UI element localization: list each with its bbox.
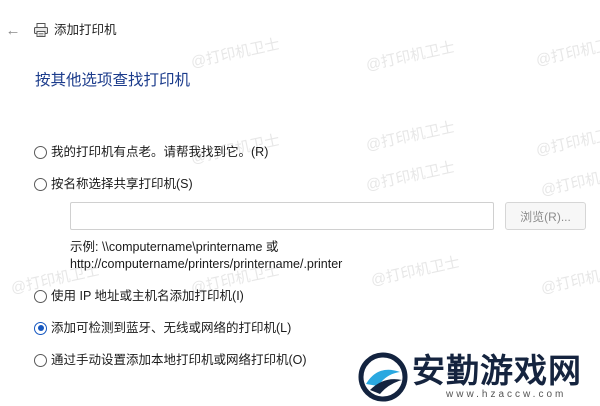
example-line-1: 示例: \\computername\printername 或	[70, 240, 279, 254]
arrow-left-icon: ←	[5, 22, 21, 39]
back-button[interactable]: ←	[4, 22, 22, 40]
logo-name: 安勤游戏网	[412, 352, 582, 389]
radio-manual-settings[interactable]	[34, 353, 47, 367]
printer-icon	[34, 23, 48, 37]
browse-button[interactable]: 浏览(R)...	[505, 202, 586, 230]
option-label: 使用 IP 地址或主机名添加打印机(I)	[51, 289, 244, 303]
page-heading: 按其他选项查找打印机	[35, 72, 191, 89]
watermark: @打印机卫士	[364, 118, 457, 155]
option-label: 添加可检测到蓝牙、无线或网络的打印机(L)	[51, 321, 292, 335]
watermark: @打印机卫士	[539, 261, 600, 298]
window-title: 添加打印机	[54, 23, 117, 37]
watermark: @打印机卫士	[539, 163, 600, 200]
option-label: 通过手动设置添加本地打印机或网络打印机(O)	[51, 353, 307, 367]
radio-old-printer[interactable]	[34, 145, 47, 159]
watermark: @打印机卫士	[364, 158, 457, 195]
example-text: 示例: \\computername\printername 或 http://…	[70, 239, 342, 273]
logo-url: www.hzaccw.com	[446, 389, 567, 400]
option-bluetooth-wireless-network[interactable]: 添加可检测到蓝牙、无线或网络的打印机(L)	[34, 320, 291, 336]
option-label: 我的打印机有点老。请帮我找到它。(R)	[51, 145, 269, 159]
site-logo: 安勤游戏网 www.hzaccw.com	[356, 350, 600, 406]
option-manual-settings[interactable]: 通过手动设置添加本地打印机或网络打印机(O)	[34, 352, 307, 368]
radio-bluetooth-wireless-network[interactable]	[34, 321, 47, 335]
option-shared-printer[interactable]: 按名称选择共享打印机(S)	[34, 176, 193, 192]
radio-shared-printer[interactable]	[34, 177, 47, 191]
shared-printer-name-input[interactable]	[70, 202, 494, 230]
radio-ip-address[interactable]	[34, 289, 47, 303]
option-label: 按名称选择共享打印机(S)	[51, 177, 193, 191]
watermark: @打印机卫士	[534, 123, 600, 160]
title-bar: ← 添加打印机	[0, 0, 600, 60]
logo-mark-icon	[358, 352, 408, 402]
watermark: @打印机卫士	[369, 253, 462, 290]
option-old-printer[interactable]: 我的打印机有点老。请帮我找到它。(R)	[34, 144, 268, 160]
example-line-2: http://computername/printers/printername…	[70, 257, 343, 271]
option-ip-address[interactable]: 使用 IP 地址或主机名添加打印机(I)	[34, 288, 244, 304]
